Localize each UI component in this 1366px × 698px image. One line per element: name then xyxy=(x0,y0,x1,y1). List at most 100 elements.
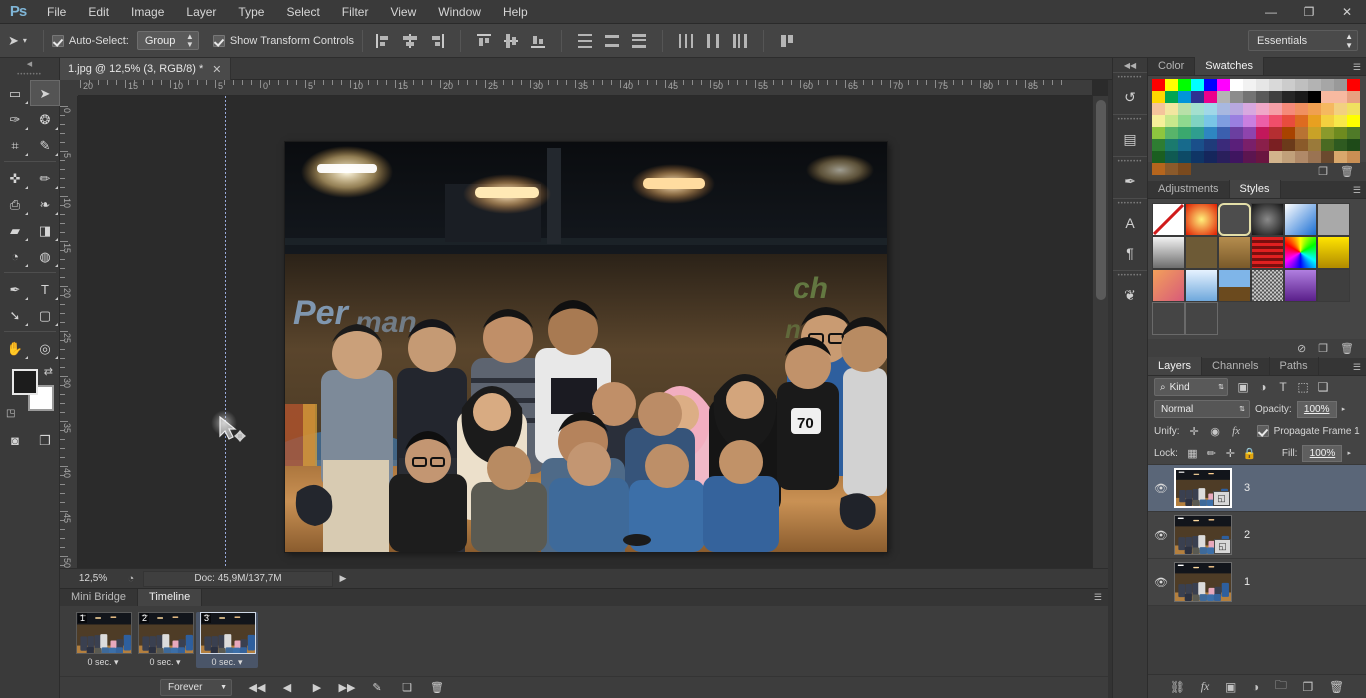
close-button[interactable]: ✕ xyxy=(1328,0,1366,24)
loop-option-dropdown[interactable]: Forever ▼ xyxy=(160,679,232,696)
align-vertical-centers-button[interactable] xyxy=(499,30,523,52)
canvas-vertical-scrollbar[interactable] xyxy=(1092,96,1108,571)
color-swatch[interactable] xyxy=(1256,91,1269,103)
style-tan[interactable] xyxy=(1218,236,1251,269)
unify-layer-position-icon[interactable]: ✛ xyxy=(1185,425,1204,438)
status-options-arrow-icon[interactable]: ▶ xyxy=(333,573,353,584)
timeline-frame[interactable]: 1 0 sec. ▾ xyxy=(72,612,134,668)
color-swatch[interactable] xyxy=(1321,115,1334,127)
delete-frame-button[interactable]: 🗑 xyxy=(422,678,452,698)
filter-type-layers-icon[interactable]: T xyxy=(1273,380,1293,394)
horizontal-ruler[interactable]: 20 15 10 5 0 5 10 15 20 25 30 35 40 45 50 55 60 65 70 75 80 8… xyxy=(78,80,1092,96)
color-swatch[interactable] xyxy=(1204,91,1217,103)
distribute-top-edges-button[interactable] xyxy=(573,30,597,52)
align-horizontal-centers-button[interactable] xyxy=(398,30,422,52)
delete-layer-button[interactable]: 🗑 xyxy=(1329,680,1344,694)
screen-mode-icon[interactable]: ❐ xyxy=(30,427,60,453)
paragraph-panel-icon[interactable]: ¶ xyxy=(1113,238,1147,268)
color-swatch[interactable] xyxy=(1256,151,1269,163)
swap-colors-icon[interactable]: ⇄ xyxy=(44,365,53,378)
color-swatch[interactable] xyxy=(1204,127,1217,139)
color-swatch[interactable] xyxy=(1217,139,1230,151)
color-swatch[interactable] xyxy=(1347,103,1360,115)
color-swatch[interactable] xyxy=(1269,127,1282,139)
color-swatch[interactable] xyxy=(1308,151,1321,163)
color-swatch[interactable] xyxy=(1178,127,1191,139)
color-swatch[interactable] xyxy=(1217,151,1230,163)
color-swatch[interactable] xyxy=(1282,127,1295,139)
color-swatch[interactable] xyxy=(1191,139,1204,151)
fill-value[interactable]: 100% xyxy=(1302,444,1343,462)
chevron-down-icon[interactable]: ▸ xyxy=(1342,405,1346,413)
character-panel-icon[interactable]: A xyxy=(1113,208,1147,238)
eyedropper-tool[interactable]: ✎ xyxy=(30,132,60,158)
swatch-grid[interactable] xyxy=(1152,79,1362,175)
style-noise[interactable] xyxy=(1251,269,1284,302)
color-swatch[interactable] xyxy=(1230,115,1243,127)
color-swatch[interactable] xyxy=(1191,103,1204,115)
color-swatch[interactable] xyxy=(1269,103,1282,115)
tween-frames-button[interactable]: ✎ xyxy=(362,678,392,698)
color-swatch[interactable] xyxy=(1295,79,1308,91)
timeline-frame[interactable]: 2 0 sec. ▾ xyxy=(134,612,196,668)
distribute-left-edges-button[interactable] xyxy=(674,30,698,52)
color-swatch[interactable] xyxy=(1178,151,1191,163)
distribute-bottom-edges-button[interactable] xyxy=(627,30,651,52)
show-transform-check-icon[interactable] xyxy=(212,34,225,47)
style-blue-glass[interactable] xyxy=(1284,203,1317,236)
color-swatch[interactable] xyxy=(1217,115,1230,127)
color-swatch[interactable] xyxy=(1217,91,1230,103)
link-layers-button[interactable]: ⛓ xyxy=(1170,680,1185,694)
add-layer-mask-button[interactable]: ▣ xyxy=(1225,680,1236,694)
unify-layer-visibility-icon[interactable]: ◉ xyxy=(1206,425,1225,438)
new-group-button[interactable]: 🗀 xyxy=(1275,676,1287,697)
color-swatch[interactable] xyxy=(1347,151,1360,163)
color-swatch[interactable] xyxy=(1230,79,1243,91)
color-swatch[interactable] xyxy=(1308,115,1321,127)
color-swatch[interactable] xyxy=(1269,139,1282,151)
delete-style-button[interactable]: 🗑 xyxy=(1340,342,1354,355)
color-swatch[interactable] xyxy=(1334,139,1347,151)
color-swatch[interactable] xyxy=(1334,91,1347,103)
color-swatch[interactable] xyxy=(1282,139,1295,151)
scrollbar-thumb[interactable] xyxy=(1096,100,1106,300)
color-swatch[interactable] xyxy=(1334,151,1347,163)
menu-item-filter[interactable]: Filter xyxy=(331,0,380,24)
style-empty-1[interactable] xyxy=(1152,302,1185,335)
layer-thumbnail[interactable]: ◱ xyxy=(1174,515,1232,555)
color-swatch[interactable] xyxy=(1282,79,1295,91)
align-right-edges-button[interactable] xyxy=(425,30,449,52)
color-swatch[interactable] xyxy=(1334,115,1347,127)
style-red-glow[interactable] xyxy=(1185,203,1218,236)
duplicate-frame-button[interactable]: ❏ xyxy=(392,678,422,698)
menu-item-edit[interactable]: Edit xyxy=(77,0,120,24)
panel-tab-adjustments[interactable]: Adjustments xyxy=(1148,180,1230,198)
play-animation-button[interactable]: ▶ xyxy=(302,678,332,698)
unify-layer-style-icon[interactable]: fx xyxy=(1227,425,1246,438)
color-swatch[interactable] xyxy=(1334,103,1347,115)
zoom-tool[interactable]: ◎ xyxy=(30,335,60,361)
select-next-frame-button[interactable]: ▶▶ xyxy=(332,678,362,698)
color-swatch[interactable] xyxy=(1347,91,1360,103)
current-tool-preview[interactable]: ➤ ▾ xyxy=(8,33,35,49)
style-horizon[interactable] xyxy=(1218,269,1251,302)
move-tool[interactable]: ➤ xyxy=(30,80,60,106)
add-layer-style-button[interactable]: fx xyxy=(1201,679,1210,694)
color-swatch[interactable] xyxy=(1269,91,1282,103)
panel-tab-styles[interactable]: Styles xyxy=(1229,180,1281,198)
quick-mask-icon[interactable]: ◙ xyxy=(0,427,30,453)
timeline-tab-mini-bridge[interactable]: Mini Bridge xyxy=(60,589,139,606)
frame-delay-dropdown[interactable]: 0 sec. ▾ xyxy=(138,654,192,668)
color-swatch[interactable] xyxy=(1204,139,1217,151)
auto-select-check-icon[interactable] xyxy=(51,34,64,47)
color-swatch[interactable] xyxy=(1165,127,1178,139)
auto-align-layers-button[interactable] xyxy=(775,30,799,52)
panel-tab-paths[interactable]: Paths xyxy=(1270,357,1319,375)
color-swatch[interactable] xyxy=(1217,79,1230,91)
brush-panel-icon[interactable]: ✒ xyxy=(1113,166,1147,196)
blend-mode-dropdown[interactable]: Normal ⇅ xyxy=(1154,400,1250,418)
layer-filter-dropdown[interactable]: ⌕ Kind ⇅ xyxy=(1154,378,1228,396)
color-swatch[interactable] xyxy=(1295,151,1308,163)
color-swatch[interactable] xyxy=(1178,79,1191,91)
reset-colors-icon[interactable]: ◳ xyxy=(6,408,15,419)
